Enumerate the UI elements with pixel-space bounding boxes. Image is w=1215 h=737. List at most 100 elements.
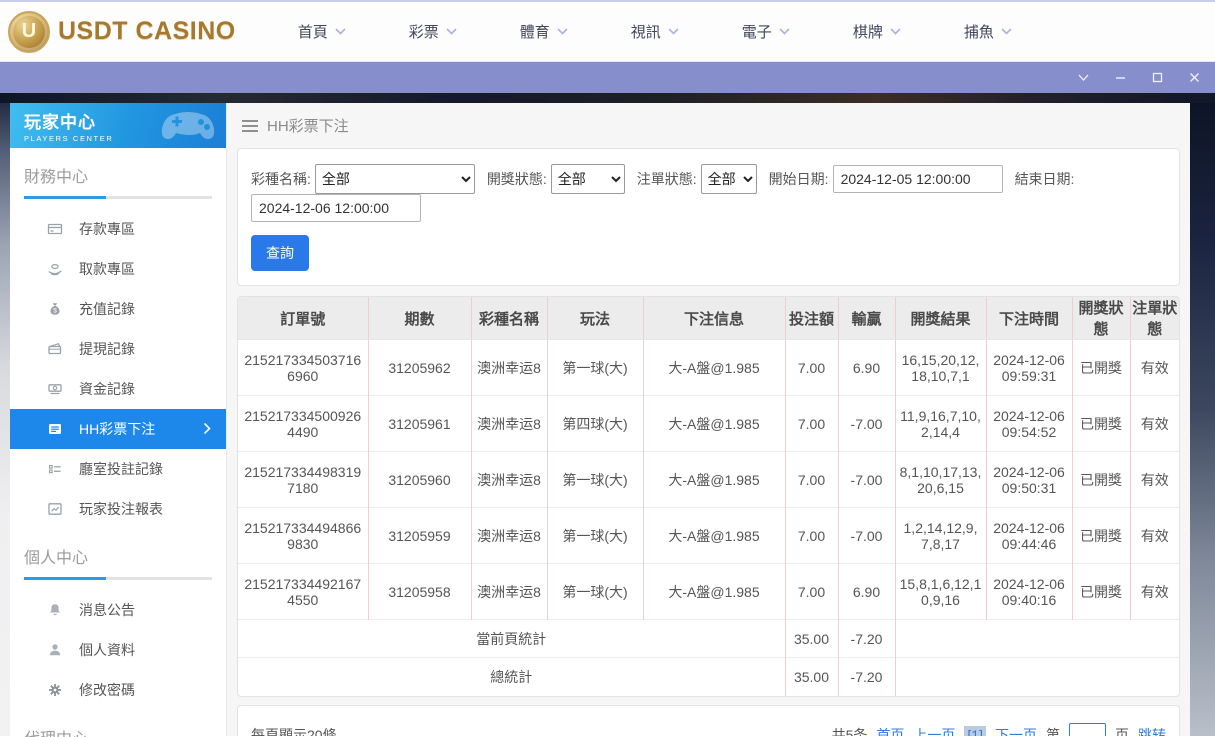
- order-status-select[interactable]: 全部: [700, 164, 757, 194]
- main-content: HH彩票下注 彩種名稱: 全部 開獎狀態: 全部 注單狀態: 全部 開始日期: …: [227, 103, 1190, 736]
- chevron-down-icon: [557, 28, 568, 35]
- cell-result: 15,8,1,6,12,10,9,16: [895, 563, 987, 620]
- logo-text: USDT CASINO: [58, 17, 236, 45]
- sidebar-item-deposit[interactable]: 存款專區: [10, 209, 226, 249]
- window-maximize-button[interactable]: [1151, 71, 1164, 84]
- person-icon: [46, 642, 63, 658]
- sidebar-item-withdraw[interactable]: 取款專區: [10, 249, 226, 289]
- cell-bet-info: 大-A盤@1.985: [643, 507, 786, 564]
- site-logo[interactable]: U USDT CASINO: [8, 10, 236, 53]
- cell-order-no: 2152173344983197180: [238, 451, 369, 508]
- section-divider: [24, 577, 212, 580]
- nav-item-slots[interactable]: 電子: [742, 21, 790, 42]
- next-page-link[interactable]: 下一页: [995, 725, 1037, 736]
- window-close-button[interactable]: [1188, 71, 1201, 84]
- sidebar-item-hh-lottery-bets[interactable]: HH彩票下注: [10, 409, 226, 449]
- nav-item-sports[interactable]: 體育: [520, 21, 568, 42]
- cell-lottery: 澳洲幸运8: [471, 339, 548, 396]
- start-date-label: 開始日期:: [768, 171, 829, 187]
- sidebar-item-funds-record[interactable]: 資金記錄: [10, 369, 226, 409]
- usdt-coin-icon: U: [8, 10, 50, 53]
- start-date-input[interactable]: [832, 165, 1003, 193]
- lottery-name-select[interactable]: 全部: [314, 164, 475, 194]
- sidebar-item-room-bet-record[interactable]: 廳室投註記錄: [10, 449, 226, 489]
- pagination-bar: 每頁顯示20條 共5条 首页 上一页 [1] 下一页 第 页 跳转: [237, 704, 1180, 736]
- sidebar-item-withdrawal-record[interactable]: 提現記錄: [10, 329, 226, 369]
- cell-order-status: 有效: [1130, 339, 1179, 396]
- wallet-icon: [46, 341, 63, 357]
- cell-period: 31205958: [368, 563, 472, 620]
- jump-button[interactable]: 跳转: [1138, 725, 1166, 736]
- sidebar-item-recharge-record[interactable]: $ 充值記錄: [10, 289, 226, 329]
- table-row: 2152173344921674550 31205958 澳洲幸运8 第一球(大…: [238, 563, 1179, 620]
- sidebar-item-label: 個人資料: [79, 642, 135, 658]
- cell-play: 第四球(大): [547, 395, 644, 452]
- end-date-input[interactable]: [251, 194, 421, 222]
- top-navigation-bar: U USDT CASINO 首頁 彩票 體育 視訊 電子 棋牌 捕魚: [0, 2, 1215, 62]
- cell-lottery: 澳洲幸运8: [471, 563, 548, 620]
- cell-play: 第一球(大): [547, 339, 644, 396]
- chevron-down-icon: [1001, 28, 1012, 35]
- cell-order-no: 2152173345009264490: [238, 395, 369, 452]
- sidebar-item-announcements[interactable]: 消息公告: [10, 590, 226, 630]
- col-header-draw-status: 開獎狀態: [1072, 297, 1131, 340]
- cell-bet-time: 2024-12-06 09:40:16: [986, 563, 1073, 620]
- cell-draw-status: 已開獎: [1072, 339, 1131, 396]
- total-summary-label: 總統計: [238, 657, 786, 696]
- svg-text:$: $: [53, 308, 57, 315]
- money-bag-icon: $: [46, 301, 63, 317]
- hamburger-icon[interactable]: [242, 119, 258, 132]
- cell-order-no: 2152173345037166960: [238, 339, 369, 396]
- cell-bet-info: 大-A盤@1.985: [643, 451, 786, 508]
- col-header-bet-info: 下注信息: [643, 297, 786, 340]
- page-summary-row: 當前頁統計 35.00 -7.20: [238, 619, 1179, 658]
- cell-play: 第一球(大): [547, 451, 644, 508]
- first-page-link[interactable]: 首页: [876, 725, 904, 736]
- minimize-icon: [1116, 77, 1125, 79]
- cell-bet-info: 大-A盤@1.985: [643, 563, 786, 620]
- section-label-finance: 財務中心: [24, 169, 89, 186]
- sidebar-item-profile[interactable]: 個人資料: [10, 630, 226, 670]
- nav-item-home[interactable]: 首頁: [298, 21, 346, 42]
- page-jump-input[interactable]: [1069, 723, 1106, 736]
- col-header-order-status: 注單狀態: [1130, 297, 1179, 340]
- nav-item-cards[interactable]: 棋牌: [853, 21, 901, 42]
- window-minimize-button[interactable]: [1114, 71, 1127, 84]
- sidebar-item-label: 提現記錄: [79, 341, 135, 357]
- cell-bet-info: 大-A盤@1.985: [643, 395, 786, 452]
- prev-page-link[interactable]: 上一页: [913, 725, 955, 736]
- draw-status-select[interactable]: 全部: [550, 164, 625, 194]
- bell-icon: [46, 602, 63, 618]
- nav-item-fishing[interactable]: 捕魚: [964, 21, 1012, 42]
- end-date-label: 結束日期:: [1014, 171, 1075, 187]
- page-size-text: 每頁顯示20條: [251, 727, 337, 736]
- table-row: 2152173345009264490 31205961 澳洲幸运8 第四球(大…: [238, 395, 1179, 452]
- chevron-down-icon: [446, 28, 457, 35]
- col-header-lottery: 彩種名稱: [471, 297, 548, 340]
- sidebar-item-label: 存款專區: [79, 221, 135, 237]
- window-dropdown-button[interactable]: [1077, 71, 1090, 84]
- col-header-period: 期數: [368, 297, 472, 340]
- cell-win-loss: -7.00: [838, 395, 896, 452]
- col-header-order-no: 訂單號: [238, 297, 369, 340]
- cell-period: 31205961: [368, 395, 472, 452]
- sidebar-item-label: HH彩票下注: [79, 421, 156, 437]
- cell-lottery: 澳洲幸运8: [471, 395, 548, 452]
- clipboard-list-icon: [46, 461, 63, 477]
- sidebar-item-change-password[interactable]: 修改密碼: [10, 670, 226, 710]
- gamepad-icon: [161, 112, 215, 140]
- cell-win-loss: -7.00: [838, 451, 896, 508]
- cell-draw-status: 已開獎: [1072, 451, 1131, 508]
- nav-item-video[interactable]: 視訊: [631, 21, 679, 42]
- nav-item-lottery[interactable]: 彩票: [409, 21, 457, 42]
- chevron-down-icon: [668, 28, 679, 35]
- jump-suffix-label: 页: [1115, 727, 1129, 736]
- search-button[interactable]: 查詢: [251, 235, 309, 271]
- cell-period: 31205959: [368, 507, 472, 564]
- section-label-personal: 個人中心: [24, 550, 89, 567]
- sidebar-item-player-bet-report[interactable]: 玩家投注報表: [10, 489, 226, 529]
- total-count-text: 共5条: [831, 727, 868, 736]
- sidebar-item-label: 取款專區: [79, 261, 135, 277]
- order-status-label: 注單狀態:: [636, 171, 697, 187]
- chevron-down-icon: [779, 28, 790, 35]
